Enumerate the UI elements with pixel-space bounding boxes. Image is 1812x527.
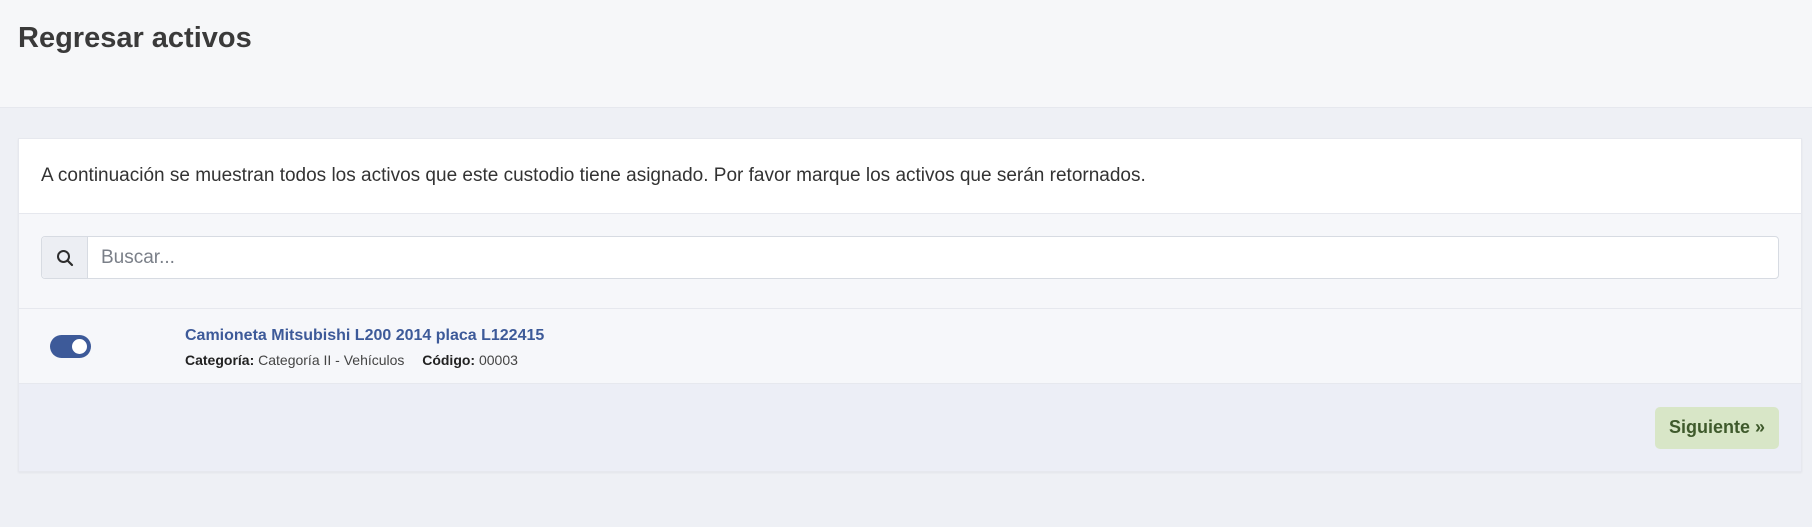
- next-button[interactable]: Siguiente »: [1654, 406, 1779, 449]
- intro-text: A continuación se muestran todos los act…: [19, 139, 1801, 214]
- asset-select-toggle[interactable]: [50, 334, 91, 358]
- return-assets-card: A continuación se muestran todos los act…: [18, 138, 1802, 472]
- card-footer: Siguiente »: [19, 384, 1801, 471]
- search-group: [41, 236, 1779, 279]
- category-label: Categoría:: [185, 351, 255, 368]
- code-value: 00003: [478, 351, 518, 368]
- page-title: Regresar activos: [18, 22, 252, 54]
- search-input[interactable]: [88, 237, 1778, 278]
- asset-info: Camioneta Mitsubishi L200 2014 placa L12…: [185, 325, 544, 368]
- code-label: Código:: [422, 351, 476, 368]
- asset-meta: Categoría: Categoría II - Vehículos Códi…: [185, 352, 544, 368]
- page-header: Regresar activos: [0, 0, 1812, 108]
- search-icon: [42, 237, 88, 278]
- toggle-knob: [72, 338, 87, 354]
- asset-row: Camioneta Mitsubishi L200 2014 placa L12…: [19, 309, 1801, 384]
- search-area: [19, 214, 1801, 309]
- asset-title[interactable]: Camioneta Mitsubishi L200 2014 placa L12…: [185, 325, 544, 347]
- category-value: Categoría II - Vehículos: [258, 351, 405, 368]
